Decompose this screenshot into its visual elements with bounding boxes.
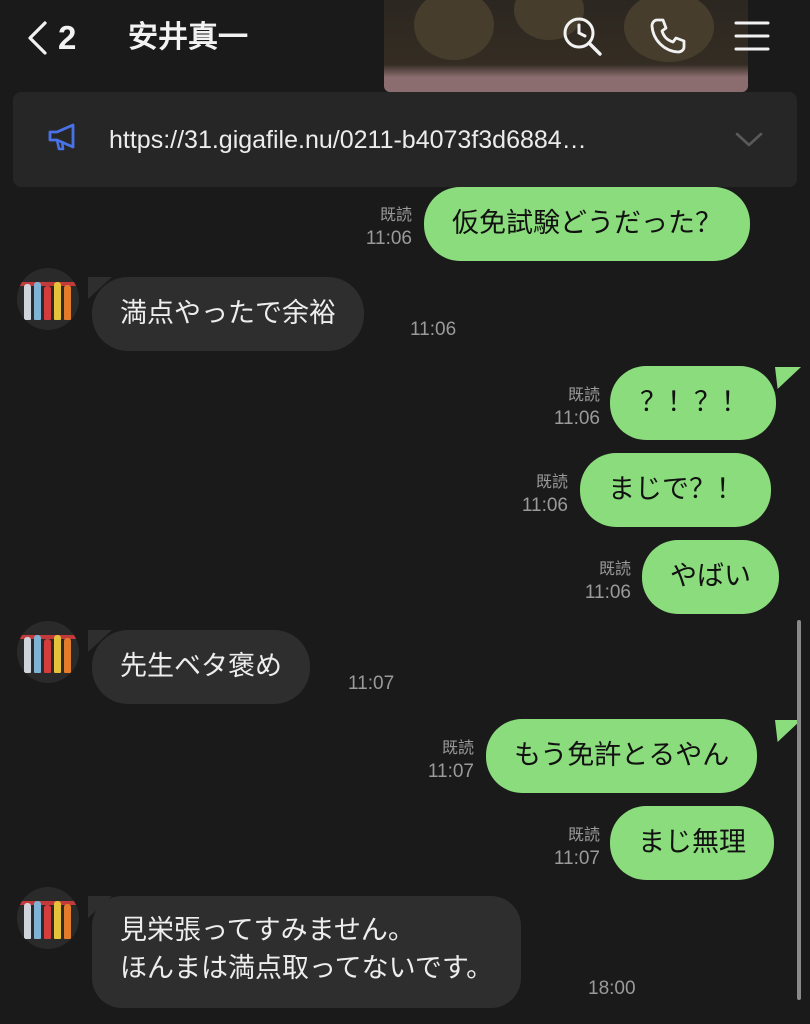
incoming-message-bubble[interactable]: 見栄張ってすみません。 ほんまは満点取ってないです。 [92,896,522,1008]
phone-icon [650,18,686,54]
bubble-tail [775,367,801,389]
unread-count: 2 [58,19,77,56]
incoming-message-bubble[interactable]: 満点やったで余裕 [92,277,364,351]
scrollbar[interactable] [797,620,801,1000]
message-time: 11:07 [427,761,474,782]
read-receipt: 既読 [598,561,631,578]
contact-name[interactable]: 安井真一 [128,18,248,58]
outgoing-message-bubble[interactable]: まじ無理 [610,806,774,880]
search-button[interactable] [560,14,604,58]
announcement-banner[interactable]: https://31.gigafile.nu/0211-b4073f3d6884… [13,92,797,187]
call-button[interactable] [646,14,690,58]
read-receipt: 既読 [441,740,474,757]
message-meta: 既読 11:06 [554,385,600,431]
outgoing-message-bubble[interactable]: ？！？！ [610,366,776,440]
message-time: 11:06 [521,495,568,516]
contact-avatar[interactable] [17,887,79,949]
contact-avatar[interactable] [17,268,79,330]
message-time: 11:07 [348,673,395,694]
read-receipt: 既読 [535,474,568,491]
message-time: 11:06 [584,582,631,603]
menu-button[interactable] [730,14,774,58]
megaphone-icon [48,123,75,151]
incoming-message-bubble[interactable]: 先生ベタ褒め [92,630,310,704]
message-time: 11:06 [410,319,457,340]
message-meta: 既読 11:06 [522,472,568,518]
message-time: 11:07 [553,848,600,869]
message-time: 18:00 [588,978,636,999]
message-time: 11:06 [365,228,412,249]
message-time: 11:06 [553,408,600,429]
message-meta: 既読 11:07 [554,825,600,871]
back-button[interactable]: 2 [26,16,76,60]
announcement-text[interactable]: https://31.gigafile.nu/0211-b4073f3d6884… [109,123,587,157]
search-icon [563,17,602,56]
chat-header: 2 安井真一 [0,0,810,92]
outgoing-message-bubble[interactable]: まじで？！ [580,453,771,527]
contact-avatar[interactable] [17,621,79,683]
message-meta: 既読 11:06 [585,559,631,605]
chevron-left-icon [28,21,47,55]
outgoing-message-bubble[interactable]: 仮免試験どうだった？ [424,187,750,261]
message-meta: 既読 11:06 [366,205,412,251]
outgoing-message-bubble[interactable]: もう免許とるやん [486,719,758,793]
menu-icon [734,21,770,51]
chevron-down-icon[interactable] [735,132,763,148]
message-meta: 既読 11:07 [428,738,474,784]
read-receipt: 既読 [567,387,600,404]
outgoing-message-bubble[interactable]: やばい [642,540,779,614]
read-receipt: 既読 [567,827,600,844]
read-receipt: 既読 [379,207,412,224]
